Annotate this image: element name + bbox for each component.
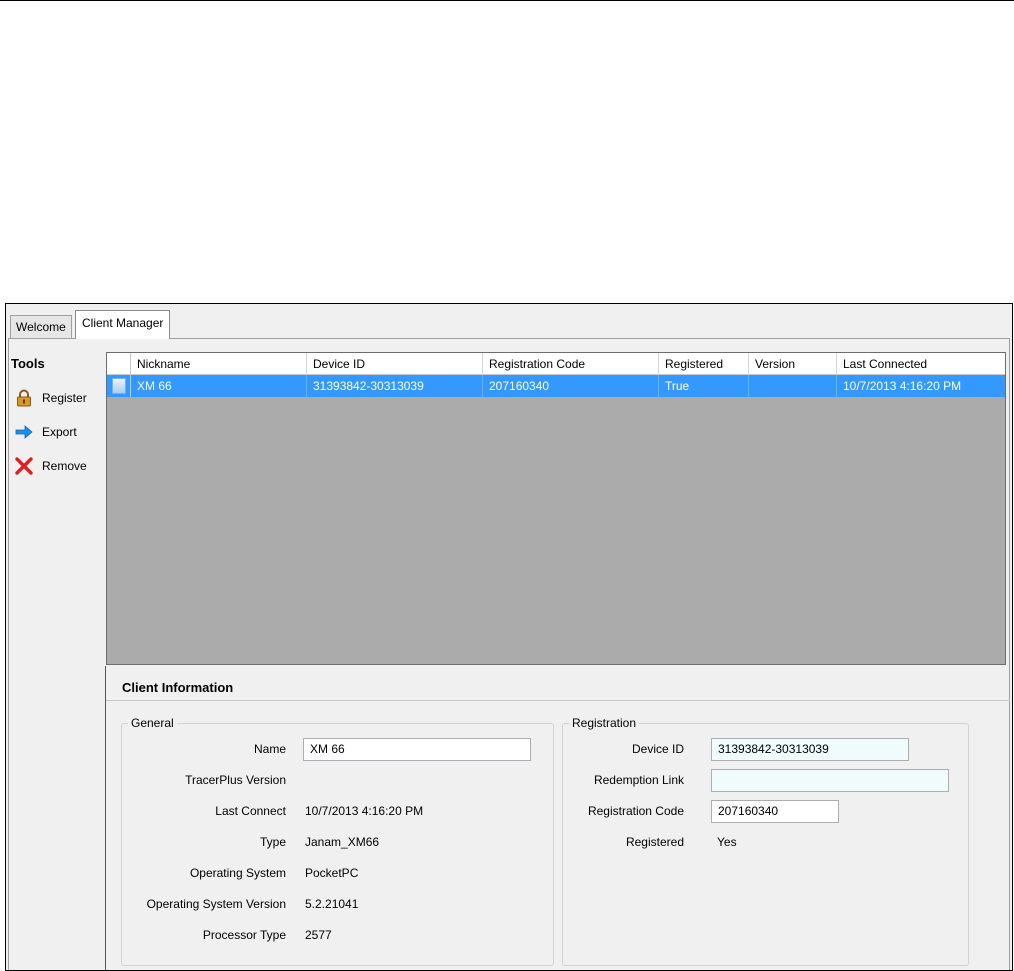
cell-version[interactable]	[749, 375, 837, 397]
column-header-registered[interactable]: Registered	[659, 353, 749, 375]
name-field[interactable]: XM 66	[303, 738, 531, 761]
tab-welcome[interactable]: Welcome	[10, 315, 72, 338]
tools-title: Tools	[11, 356, 45, 371]
lock-icon	[14, 388, 34, 408]
registered-value: Yes	[717, 835, 737, 849]
sidebar-divider	[105, 666, 106, 970]
redemption-link-label: Redemption Link	[593, 773, 684, 787]
red-x-icon	[14, 456, 34, 476]
redemption-link-field[interactable]	[711, 769, 949, 792]
column-header-registration-code[interactable]: Registration Code	[483, 353, 659, 375]
clients-grid[interactable]: Nickname Device ID Registration Code Reg…	[106, 352, 1006, 665]
cell-registered[interactable]: True	[659, 375, 749, 397]
registration-group-title: Registration	[569, 716, 640, 730]
row-header-corner	[107, 353, 131, 375]
column-header-last-connected[interactable]: Last Connected	[837, 353, 1005, 375]
type-label: Type	[259, 835, 286, 849]
export-button[interactable]: Export	[14, 421, 104, 443]
arrow-right-icon	[14, 422, 34, 442]
type-value: Janam_XM66	[305, 835, 380, 849]
cell-nickname[interactable]: XM 66	[131, 375, 307, 397]
column-header-nickname[interactable]: Nickname	[131, 353, 307, 375]
last-connect-label: Last Connect	[215, 804, 286, 818]
registered-label: Registered	[625, 835, 684, 849]
os-version-value: 5.2.21041	[305, 897, 359, 911]
os-version-label: Operating System Version	[146, 897, 286, 911]
client-information-title: Client Information	[122, 680, 234, 695]
general-group-title: General	[128, 716, 177, 730]
top-rule	[0, 0, 1014, 1]
processor-type-label: Processor Type	[202, 928, 286, 942]
client-manager-window: Welcome Client Manager Tools Register Ex…	[5, 303, 1013, 971]
cell-last-connected[interactable]: 10/7/2013 4:16:20 PM	[837, 375, 1005, 397]
register-button[interactable]: Register	[14, 387, 104, 409]
device-id-label: Device ID	[631, 742, 684, 756]
device-id-field[interactable]: 31393842-30313039	[711, 738, 909, 761]
grid-header: Nickname Device ID Registration Code Reg…	[107, 353, 1005, 375]
register-label: Register	[42, 391, 87, 405]
row-header[interactable]	[107, 375, 131, 397]
cell-registration-code[interactable]: 207160340	[483, 375, 659, 397]
table-row[interactable]: XM 66 31393842-30313039 207160340 True 1…	[107, 375, 1005, 397]
export-label: Export	[42, 425, 77, 439]
tab-client-manager[interactable]: Client Manager	[75, 310, 171, 339]
tracerplus-version-label: TracerPlus Version	[185, 773, 286, 787]
cell-device-id[interactable]: 31393842-30313039	[307, 375, 483, 397]
operating-system-value: PocketPC	[305, 866, 359, 880]
column-header-version[interactable]: Version	[749, 353, 837, 375]
processor-type-value: 2577	[305, 928, 332, 942]
row-selector-icon	[112, 378, 126, 394]
registration-code-label: Registration Code	[587, 804, 684, 818]
operating-system-label: Operating System	[189, 866, 286, 880]
last-connect-value: 10/7/2013 4:16:20 PM	[305, 804, 424, 818]
remove-button[interactable]: Remove	[14, 455, 104, 477]
name-label: Name	[253, 742, 286, 756]
client-information-divider	[106, 700, 1010, 701]
column-header-device-id[interactable]: Device ID	[307, 353, 483, 375]
remove-label: Remove	[42, 459, 87, 473]
registration-code-field[interactable]: 207160340	[711, 800, 839, 823]
